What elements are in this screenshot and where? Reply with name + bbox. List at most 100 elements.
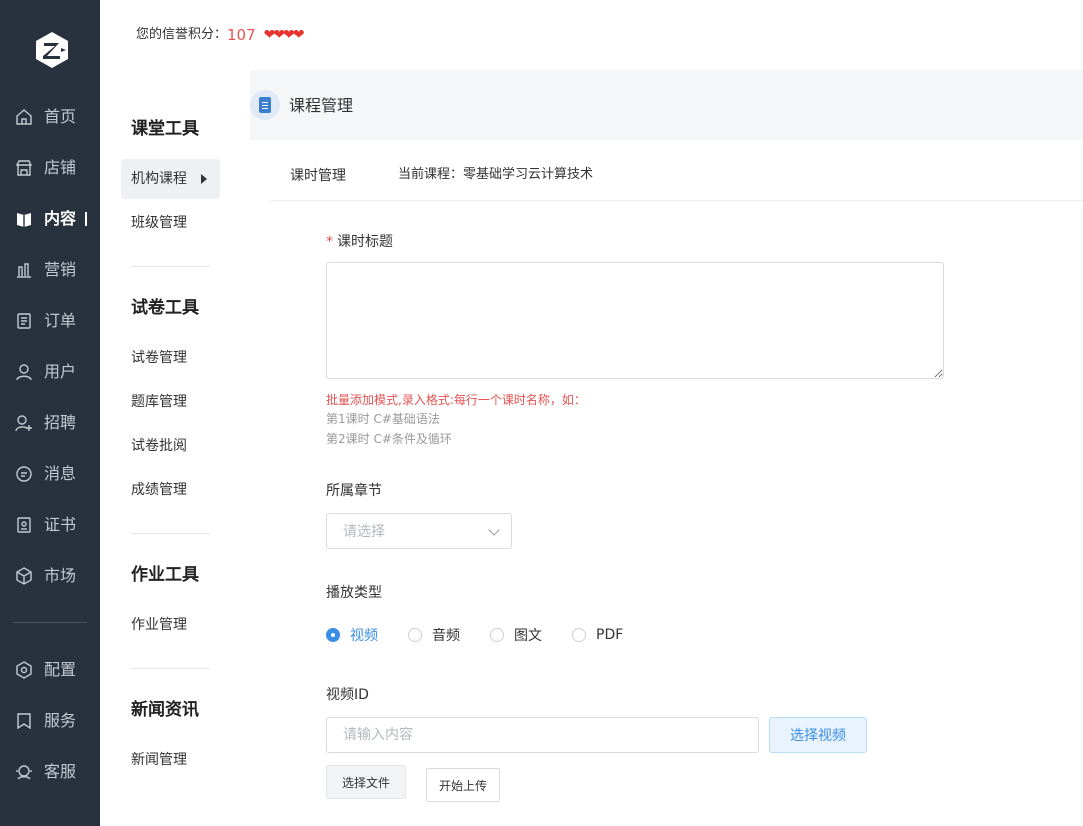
caret-right-icon [201, 174, 207, 184]
start-upload-button[interactable]: 开始上传 [426, 768, 500, 802]
page-title: 课程管理 [289, 96, 354, 115]
radio-label: 图文 [514, 628, 542, 644]
nav-item-label: 证书 [44, 515, 77, 534]
hint-example-2: 第2课时 C#条件及循环 [326, 432, 452, 446]
nav-item-label: 市场 [44, 566, 77, 585]
menu-divider [131, 668, 210, 669]
menu-item-exam-management[interactable]: 试卷管理 [131, 348, 187, 368]
radio-dot [572, 628, 586, 642]
nav-item-label: 招聘 [44, 413, 77, 432]
radio-image-text[interactable]: 图文 [490, 625, 542, 645]
chapter-label: 所属章节 [326, 483, 382, 499]
nav-item-label: 内容 [44, 209, 77, 228]
credit-label: 您的信誉积分： [136, 27, 228, 42]
user-icon [16, 364, 32, 381]
certificate-icon [17, 517, 31, 533]
nav-item-label: 配置 [44, 660, 77, 679]
radio-video[interactable]: 视频 [326, 625, 378, 645]
message-icon [16, 466, 32, 482]
document-icon [250, 90, 280, 120]
secondary-menu: 课堂工具 机构课程 班级管理 试卷工具 试卷管理 题库管理 试卷批阅 成绩管理 … [100, 70, 250, 826]
chapter-select-placeholder: 请选择 [343, 524, 385, 540]
active-indicator [85, 212, 87, 226]
current-course-label: 当前课程：零基础学习云计算技术 [398, 167, 594, 182]
credit-score-display: 您的信誉积分： 107 ❤❤❤❤ [136, 25, 305, 45]
top-header: 您的信誉积分： 107 ❤❤❤❤ [100, 0, 1083, 70]
recruit-icon [15, 415, 32, 432]
menu-divider [131, 266, 210, 267]
radio-pdf[interactable]: PDF [572, 625, 623, 645]
book-icon [17, 213, 31, 227]
menu-group-classroom-tools: 课堂工具 [131, 119, 199, 139]
bookmark-icon [17, 713, 31, 730]
choose-file-button[interactable]: 选择文件 [326, 765, 406, 799]
hint-example-1: 第1课时 C#基础语法 [326, 412, 440, 426]
nav-item-service[interactable]: 服务 [0, 701, 100, 741]
lesson-form-card: 课时管理 当前课程：零基础学习云计算技术 * 课时标题 批量添加模式,录入格式:每… [250, 140, 1083, 826]
menu-item-label: 机构课程 [131, 171, 187, 187]
lesson-title-textarea[interactable] [326, 262, 944, 379]
nav-item-label: 用户 [44, 362, 77, 381]
video-id-label: 视频ID [326, 687, 369, 703]
nav-item-users[interactable]: 用户 [0, 352, 100, 392]
required-mark: * [326, 234, 333, 250]
nav-item-recruit[interactable]: 招聘 [0, 403, 100, 443]
pick-video-button[interactable]: 选择视频 [769, 717, 867, 753]
card-header-divider [270, 200, 1083, 201]
credit-score-value: 107 [227, 26, 256, 44]
sidebar-divider [13, 622, 87, 623]
menu-divider [131, 533, 210, 534]
bar-chart-icon [17, 263, 31, 278]
nav-item-label: 消息 [44, 464, 77, 483]
menu-group-homework-tools: 作业工具 [131, 565, 199, 585]
main-sidebar: 首页 店铺 内容 营销 订单 用户 招聘 消息 证书 市场 配置 服务 客服 [0, 0, 100, 826]
radio-audio[interactable]: 音频 [408, 625, 460, 645]
nav-item-orders[interactable]: 订单 [0, 301, 100, 341]
nav-item-support[interactable]: 客服 [0, 752, 100, 792]
video-id-input[interactable] [326, 717, 759, 753]
menu-group-news: 新闻资讯 [131, 700, 199, 720]
lesson-title-label: * 课时标题 [326, 232, 393, 252]
menu-item-org-courses[interactable]: 机构课程 [121, 159, 220, 199]
menu-item-homework-management[interactable]: 作业管理 [131, 615, 187, 635]
radio-label: 视频 [350, 628, 378, 644]
radio-label: PDF [596, 627, 624, 643]
heart-rating-icons: ❤❤❤❤ [263, 27, 305, 43]
nav-item-marketing[interactable]: 营销 [0, 250, 100, 290]
logo-icon[interactable] [34, 31, 70, 69]
nav-item-content[interactable]: 内容 [0, 199, 100, 239]
nav-item-label: 服务 [44, 711, 77, 730]
radio-dot [490, 628, 504, 642]
nav-item-store[interactable]: 店铺 [0, 148, 100, 188]
play-type-label: 播放类型 [326, 585, 382, 601]
lesson-title-label-text: 课时标题 [337, 234, 393, 250]
nav-item-label: 店铺 [44, 158, 77, 177]
nav-item-settings[interactable]: 配置 [0, 650, 100, 690]
nav-item-home[interactable]: 首页 [0, 97, 100, 137]
radio-dot [326, 628, 340, 642]
chapter-select[interactable]: 请选择 [326, 513, 512, 549]
menu-item-class-management[interactable]: 班级管理 [131, 213, 187, 233]
order-icon [17, 313, 31, 329]
nav-item-certificates[interactable]: 证书 [0, 505, 100, 545]
chevron-down-icon [488, 524, 500, 536]
support-icon [16, 765, 32, 780]
market-icon [16, 567, 32, 585]
tab-lesson-management[interactable]: 课时管理 [290, 166, 346, 186]
store-icon [15, 160, 33, 176]
nav-item-label: 订单 [44, 311, 77, 330]
nav-item-messages[interactable]: 消息 [0, 454, 100, 494]
menu-group-exam-tools: 试卷工具 [131, 298, 199, 318]
home-icon [16, 109, 32, 125]
nav-item-label: 营销 [44, 260, 77, 279]
menu-item-question-bank[interactable]: 题库管理 [131, 392, 187, 412]
nav-item-market[interactable]: 市场 [0, 556, 100, 596]
menu-item-news-management[interactable]: 新闻管理 [131, 750, 187, 770]
nav-item-label: 首页 [44, 107, 77, 126]
radio-dot [408, 628, 422, 642]
menu-item-exam-grading[interactable]: 试卷批阅 [131, 436, 187, 456]
gear-icon [16, 661, 32, 679]
menu-item-score-management[interactable]: 成绩管理 [131, 480, 187, 500]
nav-item-label: 客服 [44, 762, 77, 781]
batch-mode-hint: 批量添加模式,录入格式:每行一个课时名称，如： [326, 393, 586, 407]
